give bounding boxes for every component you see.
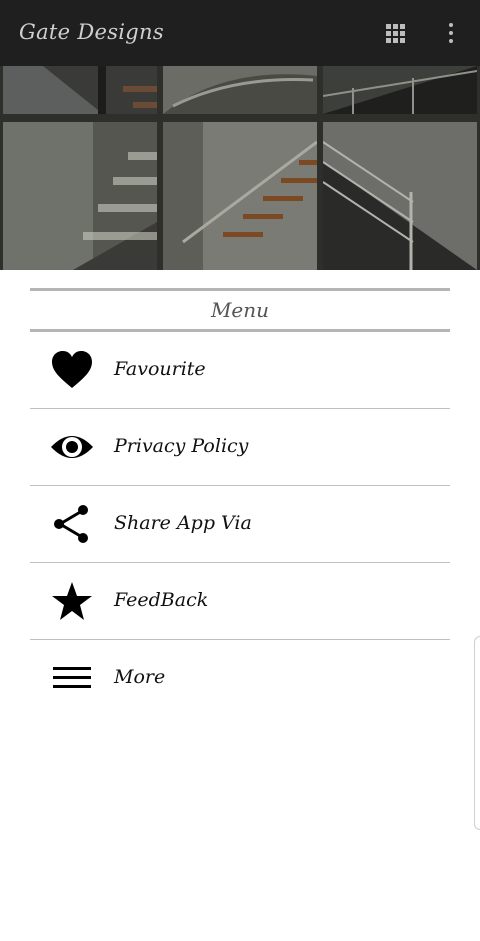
gallery-image[interactable] xyxy=(323,66,477,114)
grid-icon[interactable] xyxy=(386,24,405,43)
heart-icon xyxy=(50,350,94,390)
gallery-image[interactable] xyxy=(3,122,157,270)
gallery-image[interactable] xyxy=(163,66,317,114)
edge-panel-handle[interactable] xyxy=(474,636,480,830)
menu-item-label: FeedBack xyxy=(114,589,209,611)
menu-item-label: More xyxy=(114,666,166,688)
app-screen: Gate Designs Menu Favourite Privacy Poli… xyxy=(0,0,480,941)
menu-item-favourite[interactable]: Favourite xyxy=(30,332,450,409)
star-icon xyxy=(50,581,94,621)
hamburger-icon xyxy=(50,658,94,698)
gallery-image[interactable] xyxy=(323,122,477,270)
app-bar: Gate Designs xyxy=(0,0,480,66)
menu-header: Menu xyxy=(30,288,450,332)
menu-item-share[interactable]: Share App Via xyxy=(30,486,450,563)
overflow-menu-icon[interactable] xyxy=(444,22,458,44)
menu-item-label: Share App Via xyxy=(114,512,252,534)
menu-item-label: Favourite xyxy=(114,358,206,380)
eye-icon xyxy=(50,427,94,467)
menu-item-feedback[interactable]: FeedBack xyxy=(30,563,450,640)
share-icon xyxy=(50,504,94,544)
gallery-image[interactable] xyxy=(3,66,157,114)
app-title: Gate Designs xyxy=(19,20,164,44)
menu-item-privacy-policy[interactable]: Privacy Policy xyxy=(30,409,450,486)
menu-item-label: Privacy Policy xyxy=(114,435,249,457)
gallery-image[interactable] xyxy=(163,122,317,270)
side-menu: Menu Favourite Privacy Policy Share App … xyxy=(30,288,450,716)
image-gallery xyxy=(0,66,480,270)
menu-item-more[interactable]: More xyxy=(30,640,450,716)
